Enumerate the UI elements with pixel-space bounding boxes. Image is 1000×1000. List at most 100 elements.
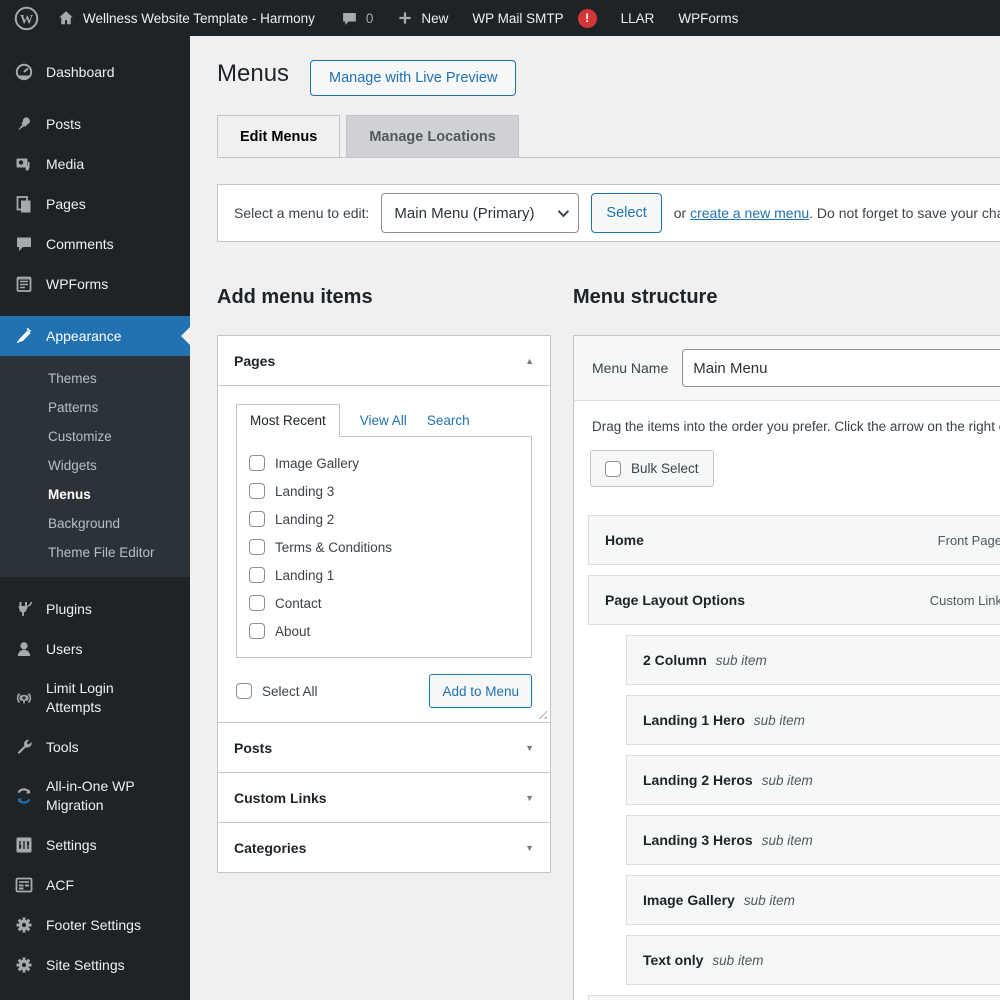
sidebar-item-themes[interactable]: Themes (0, 364, 190, 393)
pages-panel-header[interactable]: Pages ▲ (218, 336, 550, 385)
checkbox[interactable] (249, 539, 265, 555)
menu-item-landing-3-heros[interactable]: Landing 3 Heros sub item (626, 815, 1000, 865)
menu-item-home[interactable]: Home Front Page (588, 515, 1000, 565)
home-icon (59, 11, 73, 25)
custom-links-panel: Custom Links ▼ (217, 772, 551, 823)
pages-checklist: Image Gallery Landing 3 Landing 2 Terms … (236, 436, 532, 658)
bulk-select-toggle[interactable]: Bulk Select (590, 450, 714, 487)
sidebar-item-posts[interactable]: Posts (0, 104, 190, 144)
checkbox[interactable] (249, 623, 265, 639)
triangle-down-icon: ▼ (525, 792, 534, 803)
sidebar-item-label: Users (46, 640, 83, 657)
triangle-down-icon: ▼ (525, 742, 534, 753)
checkbox[interactable] (249, 455, 265, 471)
plus-icon (399, 12, 411, 24)
create-new-menu-link[interactable]: create a new menu (690, 205, 809, 221)
tab-most-recent[interactable]: Most Recent (236, 404, 340, 437)
sidebar-item-label: Plugins (46, 600, 92, 617)
sidebar-item-menus[interactable]: Menus (0, 480, 190, 509)
posts-panel-header[interactable]: Posts ▼ (218, 723, 550, 772)
main-content: Menus Manage with Live Preview Edit Menu… (190, 36, 1000, 1000)
checkbox[interactable] (249, 567, 265, 583)
sidebar-item-label: Media (46, 155, 85, 172)
users-icon (17, 642, 31, 656)
menu-body: Drag the items into the order you prefer… (574, 401, 1000, 1000)
menu-items-list: Home Front Page Page Layout Options Cust… (588, 515, 1000, 1000)
menu-item-image-gallery[interactable]: Image Gallery sub item (626, 875, 1000, 925)
menu-structure-heading: Menu structure (573, 286, 718, 308)
sidebar-item-customize[interactable]: Customize (0, 422, 190, 451)
menu-name-input[interactable] (682, 349, 1000, 387)
tools-icon (17, 739, 32, 754)
sidebar-item-appearance[interactable]: Appearance (0, 316, 190, 356)
menu-item-partial[interactable] (588, 995, 1000, 1000)
add-menu-items-heading: Add menu items (217, 286, 373, 308)
comment-count: 0 (365, 10, 374, 26)
bulk-select-label: Bulk Select (631, 461, 699, 476)
sidebar-item-dashboard[interactable]: Dashboard (0, 52, 190, 92)
comments-shortcut[interactable]: 0 (341, 10, 374, 27)
menu-select-value: Main Menu (Primary) (394, 204, 535, 222)
categories-panel-header[interactable]: Categories ▼ (218, 823, 550, 872)
alert-badge: ! (577, 8, 597, 28)
resize-handle[interactable] (535, 707, 547, 719)
checkbox[interactable] (249, 511, 265, 527)
sidebar-item-settings[interactable]: Settings (0, 825, 190, 865)
sidebar-item-label: Pages (46, 195, 86, 212)
sidebar-item-wpforms[interactable]: WPForms (0, 264, 190, 304)
sidebar-item-media[interactable]: Media (0, 144, 190, 184)
bulk-select-checkbox[interactable] (605, 460, 621, 477)
manage-live-preview-button[interactable]: Manage with Live Preview (310, 60, 517, 96)
sidebar-item-all-in-one-wp-migration[interactable]: All-in-One WP Migration (0, 767, 190, 825)
site-link[interactable]: Wellness Website Template - Harmony (57, 9, 315, 27)
wp-mail-smtp-menu[interactable]: WP Mail SMTP ! (472, 8, 597, 28)
svg-text:W: W (20, 11, 33, 26)
sidebar-item-widgets[interactable]: Widgets (0, 451, 190, 480)
add-to-menu-button[interactable]: Add to Menu (429, 674, 532, 708)
drag-instructions: Drag the items into the order you prefer… (592, 419, 1000, 434)
llar-menu[interactable]: LLAR (621, 11, 655, 26)
select-button[interactable]: Select (591, 193, 662, 233)
checkbox[interactable] (249, 483, 265, 499)
sidebar-item-theme-file-editor[interactable]: Theme File Editor (0, 538, 190, 567)
posts-panel: Posts ▼ (217, 722, 551, 773)
menu-select-dropdown[interactable]: Main Menu (Primary) (381, 193, 580, 233)
menu-item-landing-1-hero[interactable]: Landing 1 Hero sub item (626, 695, 1000, 745)
menu-item-text-only[interactable]: Text only sub item (626, 935, 1000, 985)
tab-search[interactable]: Search (427, 405, 470, 436)
sidebar-item-site-settings[interactable]: Site Settings (0, 945, 190, 985)
custom-links-panel-header[interactable]: Custom Links ▼ (218, 773, 550, 822)
menu-edit-panel: Menu Name Drag the items into the order … (573, 335, 1000, 1000)
menu-item-landing-2-heros[interactable]: Landing 2 Heros sub item (626, 755, 1000, 805)
menu-item-2-column[interactable]: 2 Column sub item (626, 635, 1000, 685)
posts-icon (18, 117, 30, 131)
appearance-icon (16, 327, 32, 343)
sidebar-item-tools[interactable]: Tools (0, 727, 190, 767)
tab-view-all[interactable]: View All (360, 405, 407, 436)
menu-item-page-layout-options[interactable]: Page Layout Options Custom Link (588, 575, 1000, 625)
wordpress-menu[interactable]: W (14, 6, 39, 31)
sidebar-item-limit-login-attempts[interactable]: Limit Login Attempts (0, 669, 190, 727)
sidebar-item-footer-settings[interactable]: Footer Settings (0, 905, 190, 945)
sidebar-item-patterns[interactable]: Patterns (0, 393, 190, 422)
pages-panel-title: Pages (234, 352, 276, 369)
sidebar-item-plugins[interactable]: Plugins (0, 589, 190, 629)
media-icon (16, 158, 30, 171)
tab-manage-locations[interactable]: Manage Locations (346, 115, 519, 157)
pages-panel: Pages ▲ Most Recent View All Search Imag… (217, 335, 551, 723)
sidebar-item-pages[interactable]: Pages (0, 184, 190, 224)
sidebar-item-comments[interactable]: Comments (0, 224, 190, 264)
sidebar-item-label: All-in-One WP Migration (46, 778, 135, 813)
checkbox[interactable] (249, 595, 265, 611)
wpforms-menu[interactable]: WPForms (678, 11, 738, 26)
sidebar-item-background[interactable]: Background (0, 509, 190, 538)
page-title: Menus (217, 60, 290, 87)
sidebar-item-acf[interactable]: ACF (0, 865, 190, 905)
select-all-label: Select All (262, 683, 318, 699)
select-all-checkbox[interactable] (236, 683, 252, 699)
comments-icon (17, 237, 31, 251)
tab-edit-menus[interactable]: Edit Menus (217, 115, 341, 157)
sidebar-item-users[interactable]: Users (0, 629, 190, 669)
list-item: Terms & Conditions (249, 533, 519, 561)
new-content-menu[interactable]: New (397, 10, 448, 26)
